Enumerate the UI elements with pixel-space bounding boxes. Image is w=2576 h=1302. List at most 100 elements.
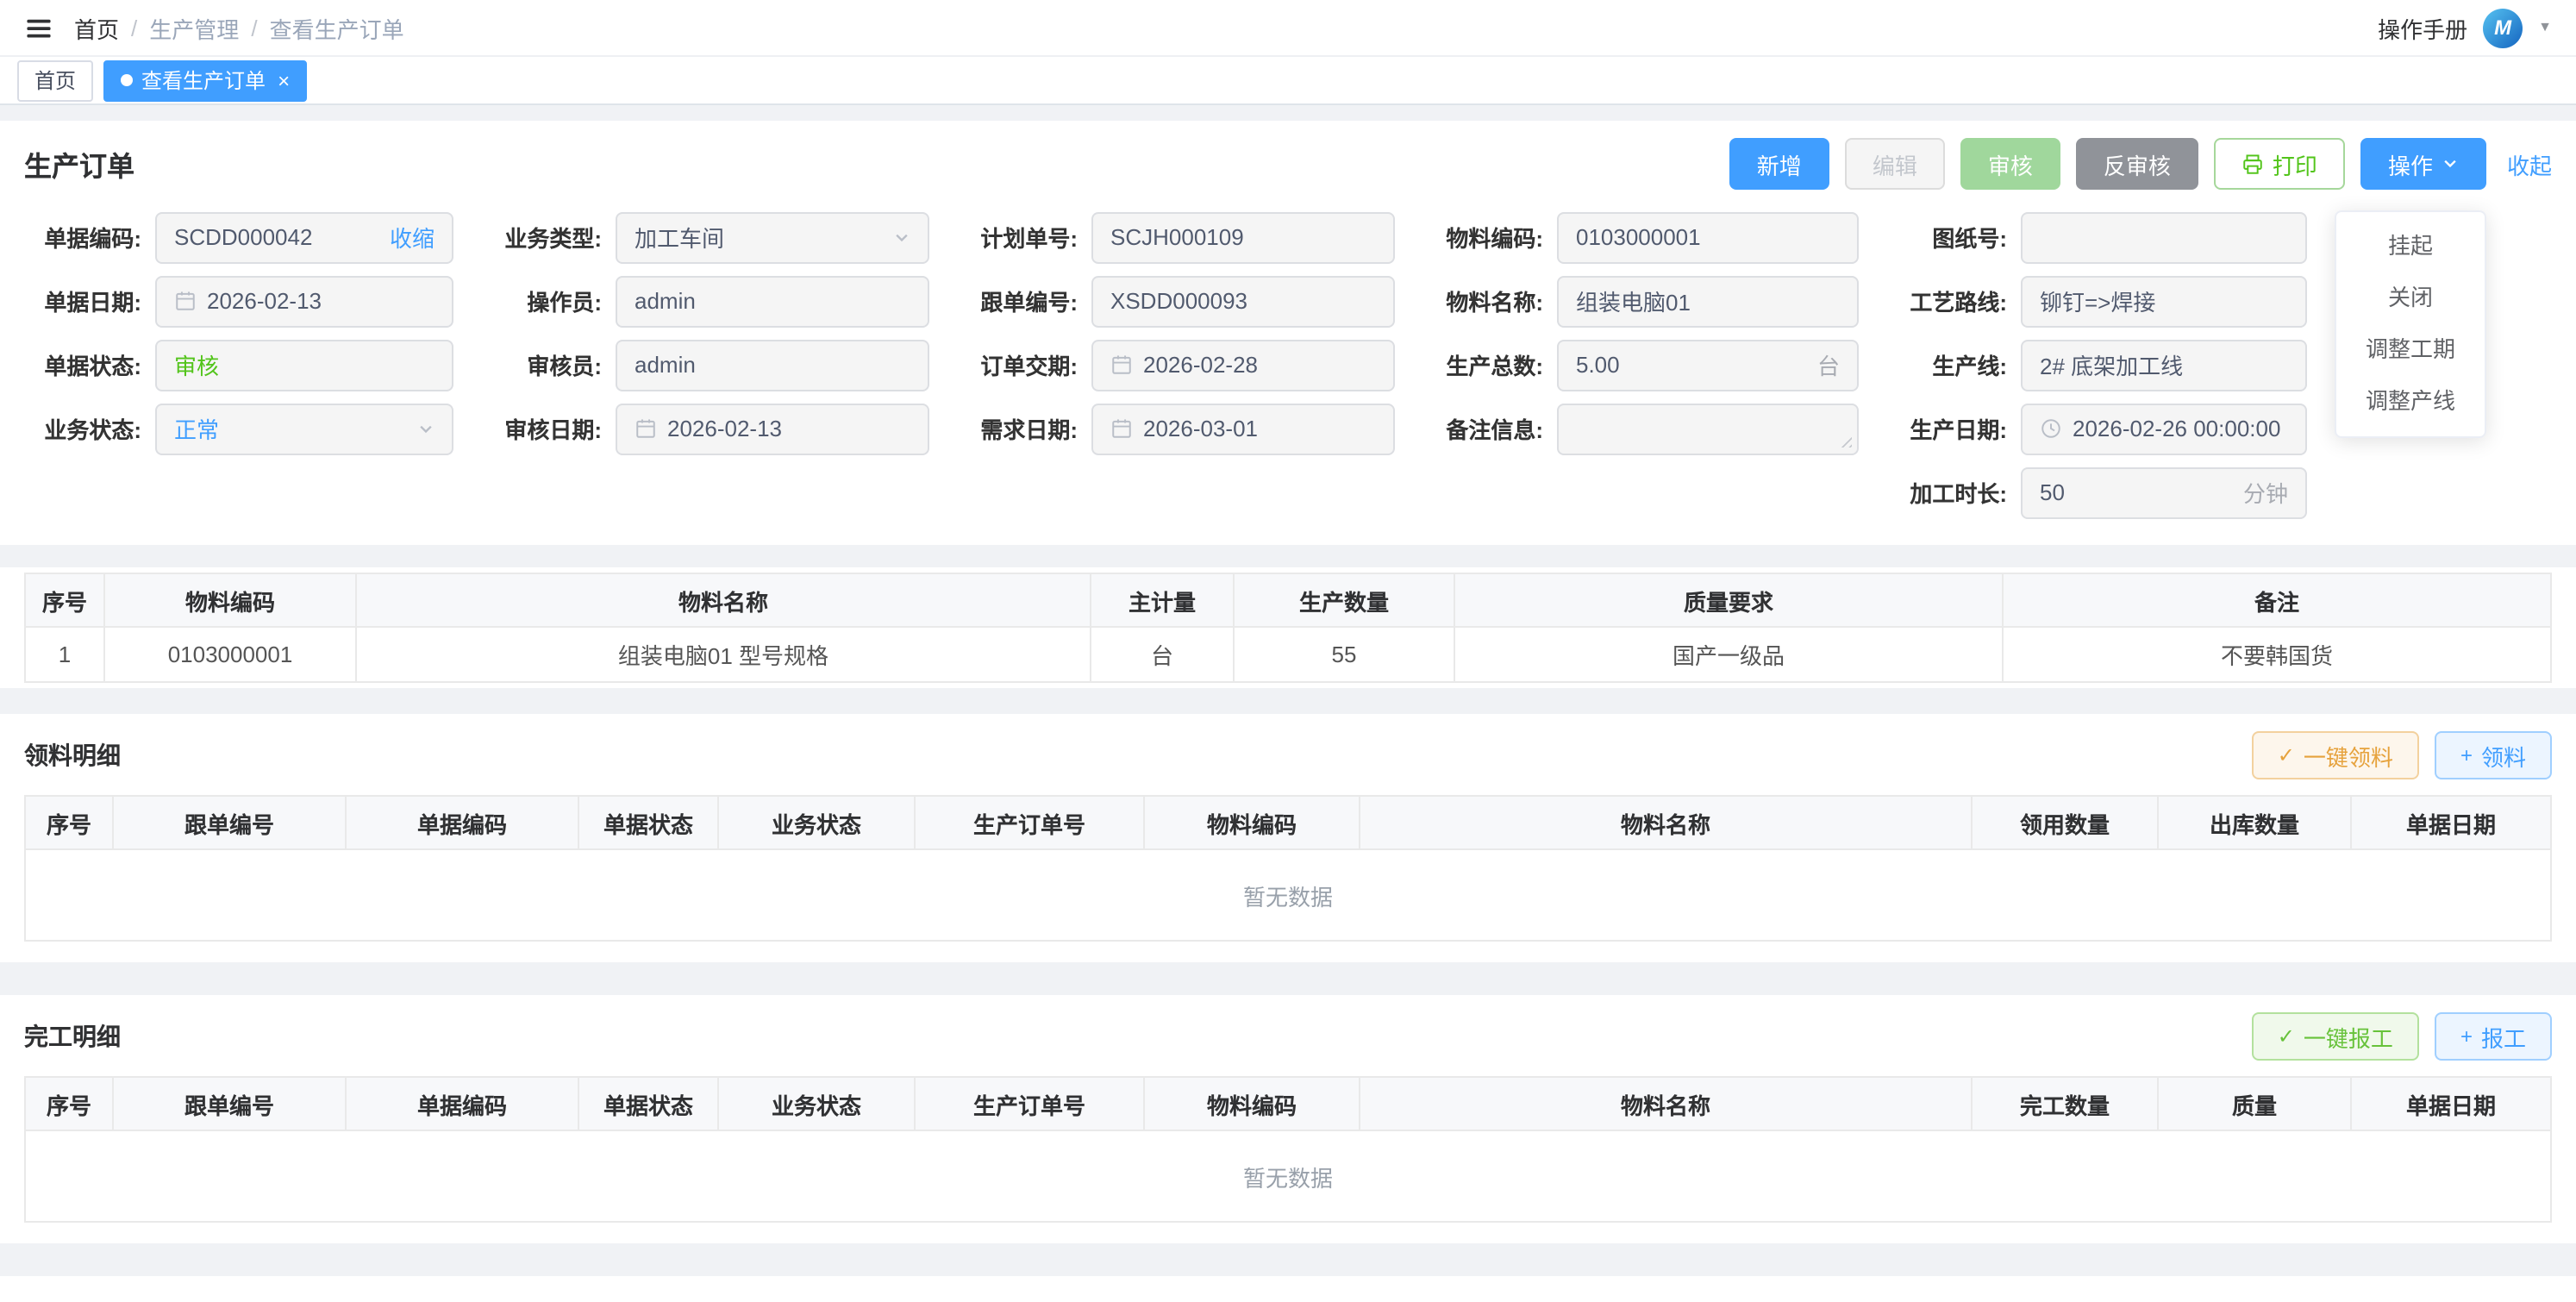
printer-icon <box>2241 153 2264 175</box>
column-header: 物料编码 <box>1144 1077 1360 1130</box>
order-lines-table: 序号 物料编码 物料名称 主计量 生产数量 质量要求 备注 1 01030000… <box>24 573 2552 683</box>
field-bill-status: 单据状态: 审核 <box>24 339 485 391</box>
next-section-card <box>0 1276 2576 1302</box>
tab-close-icon[interactable]: × <box>278 70 290 91</box>
col-qty: 生产数量 <box>1234 573 1454 627</box>
delivery-date-picker[interactable]: 2026-02-28 <box>1091 339 1395 391</box>
field-label: 单据状态: <box>24 348 155 381</box>
biz-type-select[interactable]: 加工车间 <box>616 211 929 263</box>
page-title: 生产订单 <box>24 143 134 185</box>
column-header: 领用数量 <box>1972 796 2158 849</box>
field-label: 生产总数: <box>1426 348 1557 381</box>
breadcrumb-production-mgmt[interactable]: 生产管理 <box>149 11 239 44</box>
manual-link[interactable]: 操作手册 <box>2378 11 2467 44</box>
field-label: 计划单号: <box>960 221 1091 254</box>
avatar[interactable]: M <box>2483 8 2523 47</box>
material-code-input[interactable]: 0103000001 <box>1557 211 1859 263</box>
demand-date-picker[interactable]: 2026-03-01 <box>1091 403 1395 454</box>
completion-header: 完工明细 ✓ 一键报工 + 报工 <box>24 1012 2552 1061</box>
field-plan-no: 计划单号: SCJH000109 <box>960 211 1426 263</box>
bill-code-input[interactable]: SCDD000042 收缩 <box>155 211 453 263</box>
column-header: 序号 <box>25 796 113 849</box>
drawing-no-input[interactable] <box>2021 211 2307 263</box>
field-material-code: 物料编码: 0103000001 <box>1426 211 1890 263</box>
production-date-picker[interactable]: 2026-02-26 00:00:00 <box>2021 403 2307 454</box>
field-value: 2026-02-28 <box>1143 352 1258 378</box>
cell: 国产一级品 <box>1454 627 2003 682</box>
add-button[interactable]: 新增 <box>1729 138 1829 190</box>
material-name-input[interactable]: 组装电脑01 <box>1557 275 1859 327</box>
field-value: admin <box>635 352 696 378</box>
cell: 55 <box>1234 627 1454 682</box>
operator-input[interactable]: admin <box>616 275 929 327</box>
breadcrumb-home[interactable]: 首页 <box>74 11 119 44</box>
status-value: 正常 <box>174 412 219 445</box>
column-header: 单据编码 <box>346 1077 578 1130</box>
field-value: 5.00 <box>1576 352 1620 378</box>
track-no-input[interactable]: XSDD000093 <box>1091 275 1395 327</box>
table-row[interactable]: 1 0103000001 组装电脑01 型号规格 台 55 国产一级品 不要韩国… <box>25 627 2551 682</box>
menu-item-adjust-schedule[interactable]: 调整工期 <box>2336 324 2485 376</box>
field-value: SCDD000042 <box>174 224 312 250</box>
remark-textarea[interactable] <box>1557 403 1859 454</box>
field-label: 操作员: <box>485 285 616 317</box>
shrink-link[interactable]: 收缩 <box>390 221 435 254</box>
bill-date-picker[interactable]: 2026-02-13 <box>155 275 453 327</box>
audit-button[interactable]: 审核 <box>1960 138 2060 190</box>
main-content: 生产订单 新增 编辑 审核 反审核 打印 操作 <box>0 105 2576 1302</box>
biz-status-select[interactable]: 正常 <box>155 403 453 454</box>
field-label: 业务类型: <box>485 221 616 254</box>
sidebar-toggle-button[interactable] <box>24 13 53 42</box>
route-input[interactable]: 铆钉=>焊接 <box>2021 275 2307 327</box>
field-label: 生产线: <box>1890 348 2021 381</box>
quick-report-button[interactable]: ✓ 一键报工 <box>2252 1012 2419 1061</box>
completion-table: 序号 跟单编号 单据编码 单据状态 业务状态 生产订单号 物料编码 物料名称 完… <box>24 1076 2552 1223</box>
collapse-panel-link[interactable]: 收起 <box>2507 147 2552 180</box>
field-drawing-no: 图纸号: <box>1890 211 2307 263</box>
production-line-input[interactable]: 2# 底架加工线 <box>2021 339 2307 391</box>
avatar-letter: M <box>2494 16 2511 40</box>
field-label: 工艺路线: <box>1890 285 2021 317</box>
clock-icon <box>2040 417 2062 440</box>
menu-item-close[interactable]: 关闭 <box>2336 272 2485 324</box>
plan-no-input[interactable]: SCJH000109 <box>1091 211 1395 263</box>
duration-input[interactable]: 50 分钟 <box>2021 466 2307 518</box>
breadcrumb-separator: / <box>251 15 257 41</box>
field-label: 物料编码: <box>1426 221 1557 254</box>
unaudit-button[interactable]: 反审核 <box>2076 138 2198 190</box>
column-header: 出库数量 <box>2158 796 2351 849</box>
total-qty-input[interactable]: 5.00 台 <box>1557 339 1859 391</box>
field-production-date: 生产日期: 2026-02-26 00:00:00 <box>1890 403 2307 454</box>
tab-view-production-order[interactable]: 查看生产订单 × <box>103 59 307 101</box>
user-menu-caret-icon[interactable]: ▼ <box>2538 21 2552 34</box>
edit-button[interactable]: 编辑 <box>1845 138 1945 190</box>
print-button[interactable]: 打印 <box>2214 138 2345 190</box>
button-label: 报工 <box>2481 1020 2526 1053</box>
chevron-down-icon <box>417 420 435 437</box>
button-label: 一键领料 <box>2304 739 2393 772</box>
empty-state-text: 暂无数据 <box>25 1130 2551 1222</box>
bill-status-input[interactable]: 审核 <box>155 339 453 391</box>
field-total-qty: 生产总数: 5.00 台 <box>1426 339 1890 391</box>
cell: 不要韩国货 <box>2003 627 2551 682</box>
picking-button[interactable]: + 领料 <box>2435 731 2552 779</box>
field-label: 加工时长: <box>1890 476 2021 509</box>
field-label: 订单交期: <box>960 348 1091 381</box>
tab-home[interactable]: 首页 <box>17 59 93 101</box>
auditor-input[interactable]: admin <box>616 339 929 391</box>
operate-button[interactable]: 操作 <box>2360 138 2486 190</box>
section-title: 完工明细 <box>24 1019 121 1054</box>
calendar-icon <box>635 417 657 440</box>
column-header: 单据编码 <box>346 796 578 849</box>
menu-item-adjust-line[interactable]: 调整产线 <box>2336 376 2485 428</box>
button-label: 一键报工 <box>2304 1020 2393 1053</box>
report-work-button[interactable]: + 报工 <box>2435 1012 2552 1061</box>
field-bill-code: 单据编码: SCDD000042 收缩 <box>24 211 485 263</box>
column-header: 单据日期 <box>2351 796 2551 849</box>
empty-row: 暂无数据 <box>25 1130 2551 1222</box>
menu-item-suspend[interactable]: 挂起 <box>2336 221 2485 272</box>
audit-date-picker[interactable]: 2026-02-13 <box>616 403 929 454</box>
field-label: 审核员: <box>485 348 616 381</box>
column-header: 业务状态 <box>718 1077 915 1130</box>
quick-picking-button[interactable]: ✓ 一键领料 <box>2252 731 2419 779</box>
